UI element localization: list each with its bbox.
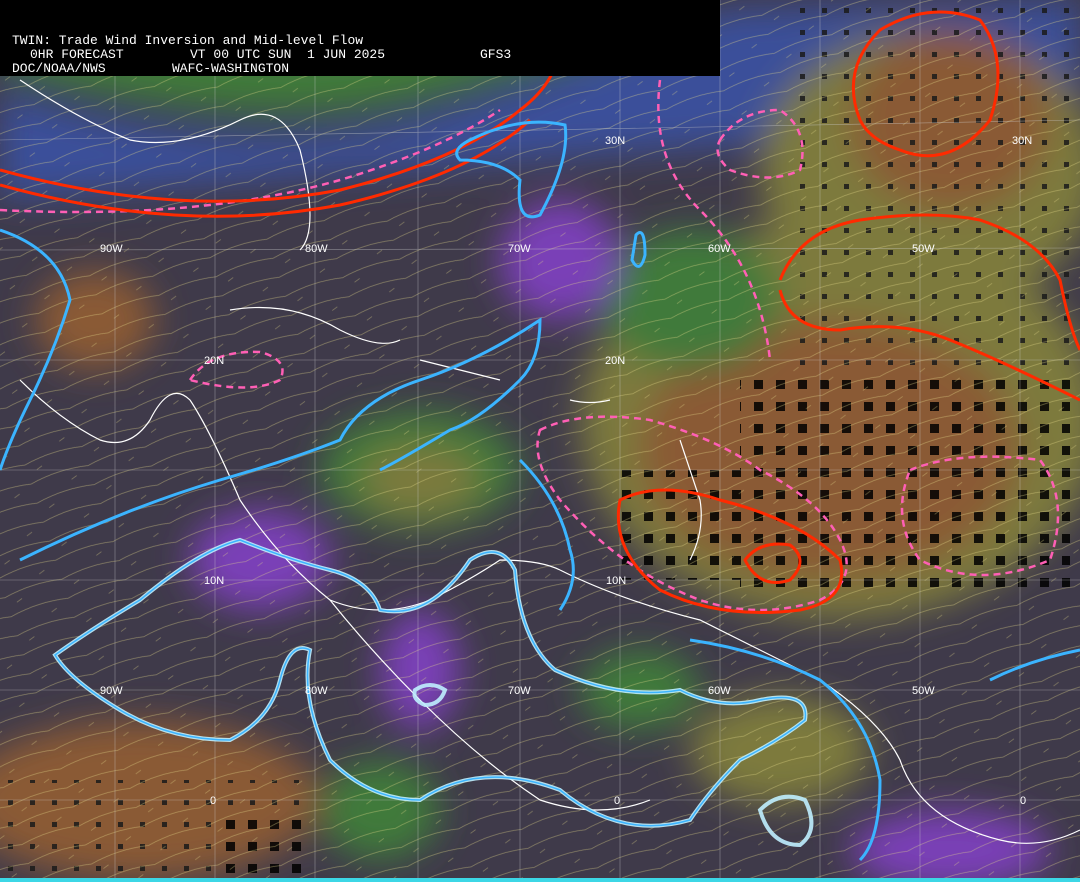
footer-bar bbox=[0, 878, 1080, 882]
product-title: TWIN: Trade Wind Inversion and Mid-level… bbox=[12, 33, 364, 48]
lon-label: 70W bbox=[508, 243, 531, 255]
center: WAFC-WASHINGTON bbox=[172, 61, 290, 76]
lon-label: 90W bbox=[100, 685, 123, 697]
lat-label: 0 bbox=[614, 795, 620, 807]
lat-label: 20N bbox=[605, 355, 625, 367]
map-header: TWIN: Trade Wind Inversion and Mid-level… bbox=[0, 0, 720, 76]
lat-label: 10N bbox=[606, 575, 626, 587]
lat-label: 0 bbox=[1020, 795, 1026, 807]
lon-label: 80W bbox=[305, 685, 328, 697]
agency: DOC/NOAA/NWS bbox=[12, 61, 106, 76]
lat-label: 0 bbox=[210, 795, 216, 807]
lat-label: 30N bbox=[605, 135, 625, 147]
valid-time: VT 00 UTC SUN 1 JUN 2025 bbox=[190, 47, 386, 62]
lat-label: 30N bbox=[1012, 135, 1032, 147]
streamlines bbox=[0, 0, 1080, 882]
lon-label: 60W bbox=[708, 685, 731, 697]
model-name: GFS3 bbox=[480, 47, 512, 62]
lon-label: 80W bbox=[305, 243, 328, 255]
weather-map: 30N 30N 20N 20N 10N 10N 0 0 0 90W 80W 70… bbox=[0, 0, 1080, 882]
lon-label: 50W bbox=[912, 685, 935, 697]
lon-label: 90W bbox=[100, 243, 123, 255]
lon-label: 60W bbox=[708, 243, 731, 255]
forecast-hour: 0HR FORECAST bbox=[30, 47, 124, 62]
lon-label: 70W bbox=[508, 685, 531, 697]
lat-label: 20N bbox=[204, 355, 224, 367]
lat-label: 10N bbox=[204, 575, 224, 587]
lon-label: 50W bbox=[912, 243, 935, 255]
